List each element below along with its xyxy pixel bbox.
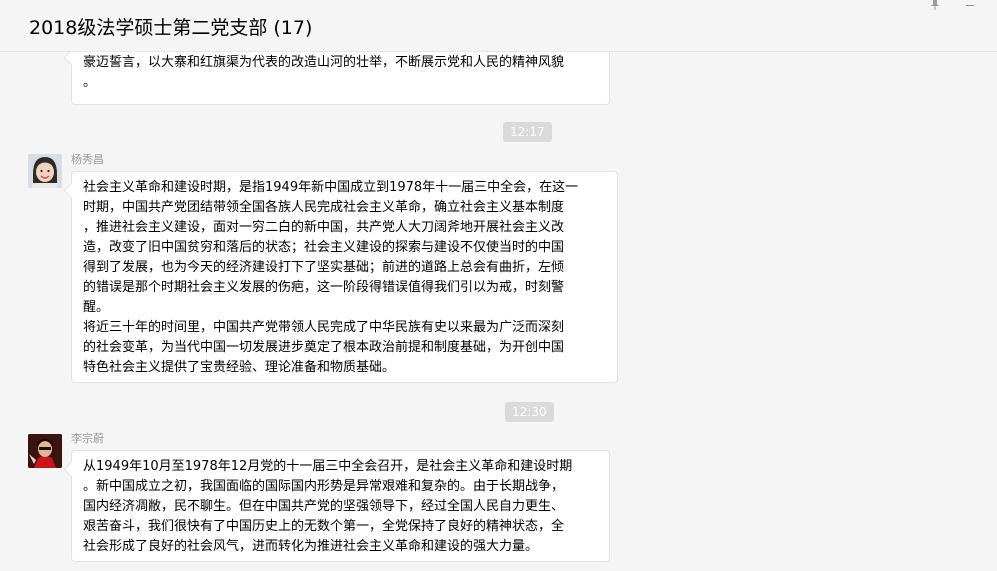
message-line: 豪迈誓言，以大寨和红旗渠为代表的改造山河的壮举，不断展示党和人民的精神风貌 — [83, 55, 565, 70]
message-line: 将近三十年的时间里，中国共产党带领人民完成了中华民族有史以来最为广泛而深刻 — [83, 320, 565, 335]
message-line: 得到了发展，也为今天的经济建设打下了坚实基础；前进的道路上总会有曲折，左倾 — [83, 260, 565, 275]
message-line: 的社会变革，为当代中国一切发展进步奠定了根本政治前提和制度基础，为开创中国 — [83, 340, 565, 355]
message-line: 社会形成了良好的社会风气，进而转化为推进社会主义革命和建设的强大力量。 — [83, 539, 539, 554]
scrollbar[interactable] — [991, 52, 997, 571]
message-line: 特色社会主义提供了宝贵经验、理论准备和物质基础。 — [83, 360, 396, 375]
minimize-icon[interactable] — [955, 0, 985, 12]
message-line: 醒。 — [83, 300, 110, 315]
timestamp: 12:30 — [505, 402, 554, 422]
message-line: 。 — [83, 75, 97, 90]
message-line: 。新中国成立之初，我国面临的国际国内形势是异常艰难和复杂的。由于长期战争， — [83, 479, 565, 494]
message-bubble[interactable]: 从1949年10月至1978年12月党的十一届三中全会召开，是社会主义革命和建设… — [71, 450, 610, 562]
message-line: 从1949年10月至1978年12月党的十一届三中全会召开，是社会主义革命和建设… — [83, 459, 573, 474]
avatar[interactable] — [28, 434, 62, 468]
timestamp: 12:17 — [503, 122, 552, 142]
message-line: 的错误是那个时期社会主义发展的伤疤，这一阶段得错误值得我们引以为戒，时刻警 — [83, 280, 565, 295]
message-line: 国内经济凋敝，民不聊生。但在中国共产党的坚强领导下，经过全国人民自力更生、 — [83, 499, 565, 514]
avatar[interactable] — [28, 154, 62, 188]
chat-header: 2018级法学硕士第二党支部 (17) — [0, 0, 997, 52]
chat-title: 2018级法学硕士第二党支部 (17) — [29, 17, 313, 39]
message-list[interactable]: 豪迈誓言，以大寨和红旗渠为代表的改造山河的壮举，不断展示党和人民的精神风貌 。 … — [0, 52, 997, 571]
message-bubble-previous[interactable]: 豪迈誓言，以大寨和红旗渠为代表的改造山河的壮举，不断展示党和人民的精神风貌 。 — [71, 52, 610, 105]
message-line: 造，改变了旧中国贫穷和落后的状态；社会主义建设的探索与建设不仅使当时的中国 — [83, 240, 565, 255]
pin-icon[interactable] — [920, 0, 950, 12]
message-bubble[interactable]: 社会主义革命和建设时期，是指1949年新中国成立到1978年十一届三中全会，在这… — [71, 171, 618, 383]
message-line: ，推进社会主义建设，面对一穷二白的新中国，共产党人大刀阔斧地开展社会主义改 — [83, 220, 565, 235]
message-line: 艰苦奋斗，我们很快有了中国历史上的无数个第一，全党保持了良好的精神状态，全 — [83, 519, 565, 534]
sender-name: 杨秀昌 — [71, 153, 104, 166]
sender-name: 李宗蔚 — [71, 432, 104, 445]
message-line: 社会主义革命和建设时期，是指1949年新中国成立到1978年十一届三中全会，在这… — [83, 180, 579, 195]
message-line: 时期，中国共产党团结带领全国各族人民完成社会主义革命，确立社会主义基本制度 — [83, 200, 565, 215]
